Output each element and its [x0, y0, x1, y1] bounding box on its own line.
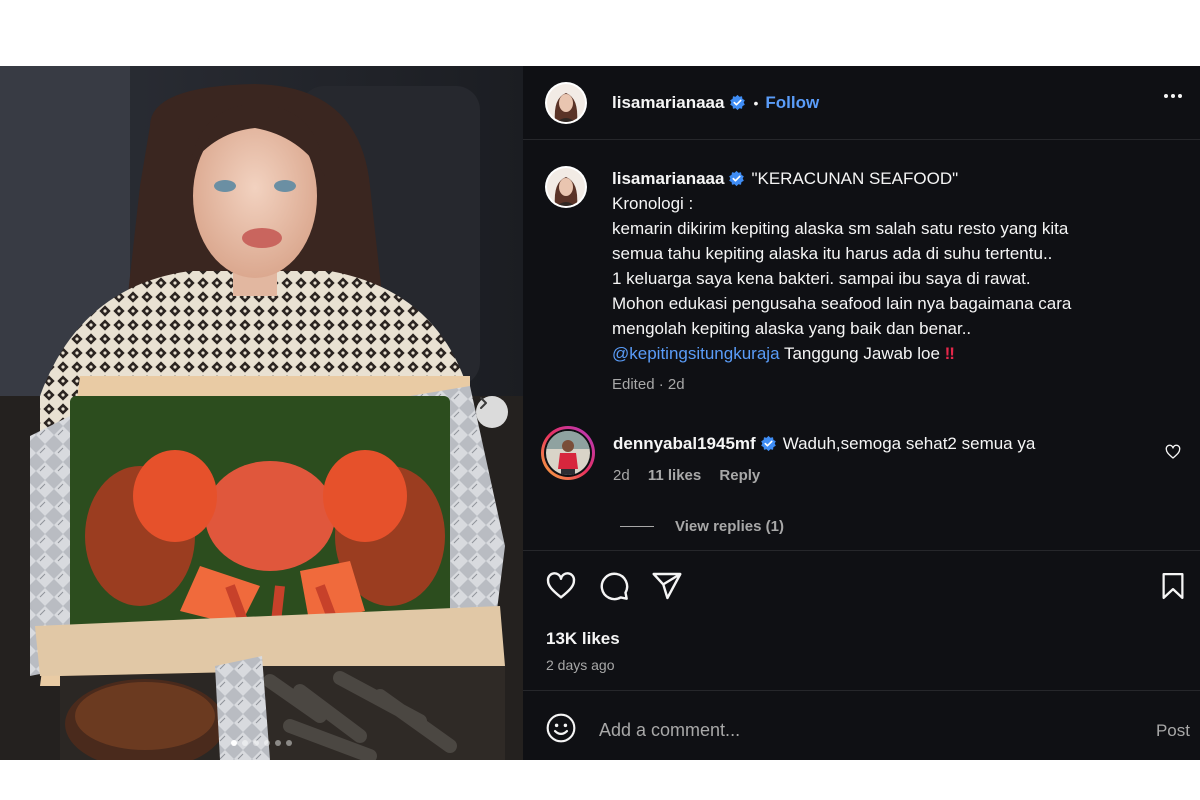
post-media[interactable] — [0, 66, 523, 760]
caption-title: "KERACUNAN SEAFOOD" — [751, 169, 959, 188]
emoji-button[interactable] — [545, 712, 577, 749]
caption-meta: Edited · 2d — [612, 372, 1071, 397]
commenter-avatar-image — [546, 431, 590, 475]
post-timestamp[interactable]: 2 days ago — [546, 657, 615, 673]
more-options-icon[interactable] — [1164, 94, 1182, 98]
follow-button[interactable]: Follow — [765, 93, 819, 113]
author-username[interactable]: lisamarianaaa — [612, 93, 724, 113]
edited-label: Edited — [612, 376, 655, 393]
view-replies-button[interactable]: View replies (1) — [620, 518, 784, 535]
bookmark-icon — [1162, 573, 1184, 599]
double-exclamation-icon: ‼ — [944, 344, 955, 363]
paper-plane-icon — [652, 572, 682, 600]
carousel-dot[interactable] — [253, 740, 259, 746]
add-comment-bar: Post — [545, 712, 1190, 749]
add-comment-input[interactable] — [599, 720, 1099, 741]
verified-badge-icon — [729, 170, 745, 187]
carousel-dot[interactable] — [242, 740, 248, 746]
comment-text: Waduh,semoga sehat2 semua ya — [782, 434, 1036, 453]
caption-text: lisamarianaaa "KERACUNAN SEAFOOD" Kronol… — [612, 166, 1071, 397]
view-replies-label: View replies (1) — [675, 518, 784, 535]
comment-bubble-icon — [600, 572, 629, 601]
comment-button[interactable] — [598, 570, 630, 607]
caption-line: 1 keluarga saya kena bakteri. sampai ibu… — [612, 269, 1031, 288]
carousel-indicator — [0, 740, 523, 746]
caption-line: Kronologi : — [612, 194, 694, 213]
comment-like-button[interactable] — [1165, 444, 1181, 465]
caption-username[interactable]: lisamarianaaa — [612, 169, 724, 188]
caption-mention-link[interactable]: @kepitingsitungkuraja — [612, 344, 780, 363]
like-button[interactable] — [545, 570, 577, 607]
meta-dot: · — [658, 376, 664, 393]
carousel-next-button[interactable] — [476, 396, 508, 428]
divider — [523, 550, 1200, 551]
caption-author-avatar-image — [547, 168, 585, 206]
post-caption: lisamarianaaa "KERACUNAN SEAFOOD" Kronol… — [545, 166, 1185, 397]
commenter-username[interactable]: dennyabal1945mf — [613, 434, 756, 453]
author-avatar[interactable] — [545, 81, 587, 124]
caption-line: Mohon edukasi pengusaha seafood lain nya… — [612, 294, 1072, 313]
share-button[interactable] — [651, 570, 683, 607]
verified-badge-icon — [760, 435, 776, 452]
reply-button[interactable]: Reply — [719, 467, 760, 484]
post-side-panel: lisamarianaaa • Follow lisamarianaaa "KE… — [523, 66, 1200, 760]
post-actions — [545, 570, 683, 607]
save-button[interactable] — [1158, 570, 1188, 607]
heart-icon — [546, 572, 576, 599]
post-photo — [0, 66, 523, 760]
instagram-post: lisamarianaaa • Follow lisamarianaaa "KE… — [0, 66, 1200, 760]
comment-meta: 2d 11 likes Reply — [613, 467, 1035, 484]
likes-count[interactable]: 13K likes — [546, 629, 620, 649]
heart-icon — [1165, 444, 1181, 459]
carousel-dot[interactable] — [264, 740, 270, 746]
caption-age[interactable]: 2d — [668, 376, 685, 393]
comment-item: dennyabal1945mf Waduh,semoga sehat2 semu… — [541, 426, 1191, 484]
caption-closing: Tanggung Jawab loe — [783, 344, 940, 363]
carousel-dot[interactable] — [231, 740, 237, 746]
commenter-avatar[interactable] — [541, 426, 595, 480]
caption-line: kemarin dikirim kepiting alaska sm salah… — [612, 219, 1069, 238]
author-avatar-image — [547, 83, 585, 122]
verified-badge-icon — [730, 94, 746, 111]
chevron-right-icon — [480, 397, 487, 409]
caption-line: mengolah kepiting alaska yang baik dan b… — [612, 319, 972, 338]
header-separator: • — [753, 94, 759, 111]
carousel-dot[interactable] — [286, 740, 292, 746]
post-comment-button[interactable]: Post — [1156, 721, 1190, 741]
emoji-icon — [546, 713, 576, 743]
replies-divider — [620, 526, 654, 527]
caption-author-avatar[interactable] — [545, 166, 587, 208]
caption-line: semua tahu kepiting alaska itu harus ada… — [612, 244, 1053, 263]
post-header: lisamarianaaa • Follow — [523, 66, 1200, 140]
divider — [523, 690, 1200, 691]
comment-age[interactable]: 2d — [613, 467, 630, 484]
carousel-dot[interactable] — [275, 740, 281, 746]
comment-likes[interactable]: 11 likes — [648, 467, 701, 484]
